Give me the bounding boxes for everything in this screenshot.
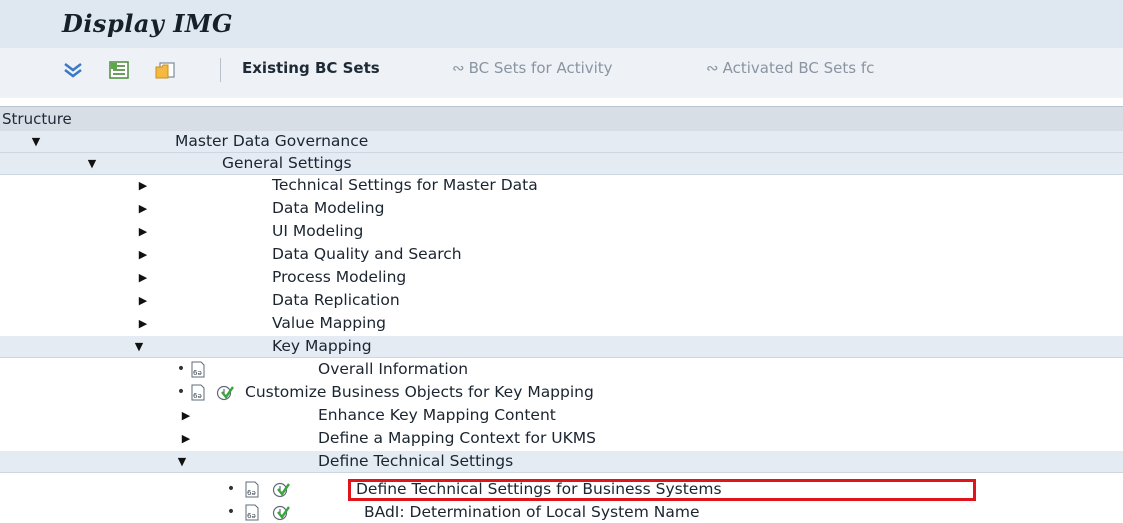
tree-node-badi-local-system-name[interactable]: • 6ә BAdI: Determination of Local System… <box>0 502 1123 523</box>
documentation-icon[interactable]: 6ә <box>244 504 260 521</box>
tree-node-general-settings[interactable]: ▼ General Settings <box>0 153 1123 175</box>
documentation-icon[interactable]: 6ә <box>190 361 206 378</box>
existing-bc-sets-button[interactable]: Existing BC Sets <box>242 59 380 77</box>
toolbar-separator <box>220 58 221 82</box>
collapse-triangle-icon[interactable]: ▼ <box>176 451 188 472</box>
tree-node-overall-information[interactable]: • 6ә Overall Information <box>0 359 1123 380</box>
expand-triangle-icon[interactable]: ▶ <box>137 313 149 334</box>
tree-node-key-mapping[interactable]: ▼ Key Mapping <box>0 336 1123 358</box>
expand-triangle-icon[interactable]: ▶ <box>137 221 149 242</box>
tree-node-enhance-key-mapping[interactable]: ▶ Enhance Key Mapping Content <box>0 405 1123 426</box>
expand-triangle-icon[interactable]: ▶ <box>137 175 149 196</box>
expand-triangle-icon[interactable]: ▶ <box>137 198 149 219</box>
svg-text:6ә: 6ә <box>247 489 256 497</box>
tree-node-master-data-governance[interactable]: ▼ Master Data Governance <box>0 131 1123 153</box>
tree-node-define-technical-settings[interactable]: ▼ Define Technical Settings <box>0 451 1123 473</box>
tree-node-data-replication[interactable]: ▶ Data Replication <box>0 290 1123 311</box>
documentation-icon[interactable]: 6ә <box>190 384 206 401</box>
bc-sets-for-activity-button[interactable]: ∾ BC Sets for Activity <box>452 59 613 77</box>
svg-text:6ә: 6ә <box>193 392 202 400</box>
expand-triangle-icon[interactable]: ▶ <box>180 428 192 449</box>
execute-clock-icon[interactable] <box>272 481 290 498</box>
title-bar: Display IMG <box>0 0 1123 49</box>
tree-node-process-modeling[interactable]: ▶ Process Modeling <box>0 267 1123 288</box>
bullet-icon: • <box>226 481 236 497</box>
svg-text:6ә: 6ә <box>247 512 256 520</box>
tree-node-value-mapping[interactable]: ▶ Value Mapping <box>0 313 1123 334</box>
expand-triangle-icon[interactable]: ▶ <box>137 244 149 265</box>
expand-triangle-icon[interactable]: ▶ <box>137 290 149 311</box>
activated-bc-sets-button[interactable]: ∾ Activated BC Sets fc <box>706 59 874 77</box>
expand-triangle-icon[interactable]: ▶ <box>180 405 192 426</box>
bc-set-icon: ∾ <box>706 59 719 77</box>
tree-node-data-modeling[interactable]: ▶ Data Modeling <box>0 198 1123 219</box>
structure-column-header: Structure <box>0 106 1123 132</box>
collapse-triangle-icon[interactable]: ▼ <box>30 131 42 152</box>
collapse-icon[interactable] <box>108 60 130 80</box>
bullet-icon: • <box>226 504 236 520</box>
expand-all-icon[interactable] <box>62 60 84 80</box>
bc-set-icon: ∾ <box>452 59 465 77</box>
execute-clock-icon[interactable] <box>272 504 290 521</box>
expand-triangle-icon[interactable]: ▶ <box>137 267 149 288</box>
bullet-icon: • <box>176 384 186 400</box>
collapse-triangle-icon[interactable]: ▼ <box>86 153 98 174</box>
collapse-triangle-icon[interactable]: ▼ <box>133 336 145 357</box>
window-title: Display IMG <box>62 9 233 38</box>
bullet-icon: • <box>176 361 186 377</box>
documentation-icon[interactable]: 6ә <box>244 481 260 498</box>
tree-node-technical-settings[interactable]: ▶ Technical Settings for Master Data <box>0 175 1123 196</box>
svg-text:6ә: 6ә <box>193 369 202 377</box>
tree-node-customize-business-objects[interactable]: • 6ә Customize Business Objects for Key … <box>0 382 1123 403</box>
tree-node-mapping-context-ukms[interactable]: ▶ Define a Mapping Context for UKMS <box>0 428 1123 449</box>
red-highlight-box <box>348 479 976 501</box>
tree-node-ui-modeling[interactable]: ▶ UI Modeling <box>0 221 1123 242</box>
folder-documents-icon[interactable] <box>154 60 176 80</box>
execute-clock-icon[interactable] <box>216 384 234 401</box>
tree-node-data-quality-search[interactable]: ▶ Data Quality and Search <box>0 244 1123 265</box>
